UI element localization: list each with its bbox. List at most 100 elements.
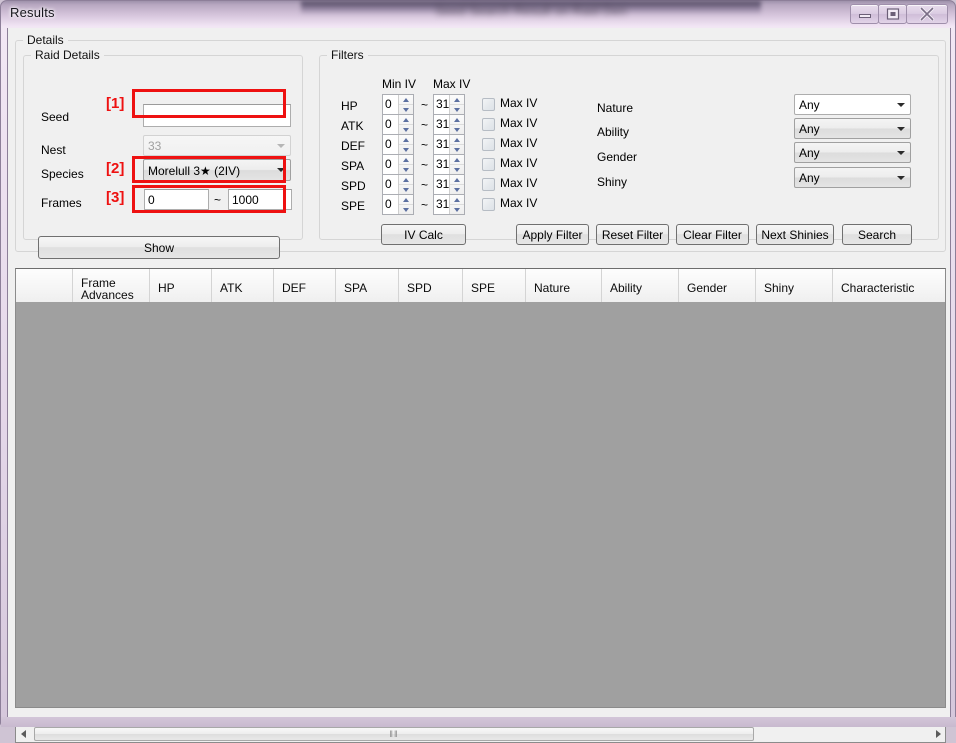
min-iv-spa-stepper[interactable]: 0 xyxy=(382,154,414,175)
max-iv-def-buttons[interactable] xyxy=(449,135,464,154)
min-iv-def-stepper[interactable]: 0 xyxy=(382,134,414,155)
min-iv-spe-stepper[interactable]: 0 xyxy=(382,194,414,215)
horizontal-scrollbar[interactable]: ‖‖ xyxy=(15,725,946,743)
spinner-up-icon[interactable] xyxy=(399,195,413,205)
seed-input[interactable] xyxy=(143,104,291,127)
spinner-down-icon[interactable] xyxy=(450,125,464,134)
checkbox-icon[interactable] xyxy=(482,158,495,171)
chevron-down-icon xyxy=(277,168,285,172)
spinner-down-icon[interactable] xyxy=(399,165,413,174)
minimize-button[interactable] xyxy=(850,4,879,24)
spinner-down-icon[interactable] xyxy=(450,165,464,174)
spinner-down-icon[interactable] xyxy=(399,205,413,214)
min-iv-spd-buttons[interactable] xyxy=(398,175,413,194)
scroll-left-arrow-icon[interactable] xyxy=(16,726,33,742)
spinner-up-icon[interactable] xyxy=(450,175,464,185)
nest-combobox[interactable]: 33 xyxy=(143,135,291,156)
checkbox-icon[interactable] xyxy=(482,98,495,111)
spinner-up-icon[interactable] xyxy=(399,175,413,185)
grid-column-header-hp[interactable]: HP xyxy=(150,269,212,302)
min-iv-def-buttons[interactable] xyxy=(398,135,413,154)
checkbox-icon[interactable] xyxy=(482,198,495,211)
max-iv-spa-buttons[interactable] xyxy=(449,155,464,174)
shiny-filter-combobox[interactable]: Any xyxy=(794,167,911,188)
spinner-up-icon[interactable] xyxy=(450,155,464,165)
grid-column-header-spa[interactable]: SPA xyxy=(336,269,399,302)
checkbox-icon[interactable] xyxy=(482,118,495,131)
raid-details-groupbox: Raid Details Seed Nest 33 Species Morelu… xyxy=(23,55,303,240)
grid-column-header-shiny[interactable]: Shiny xyxy=(756,269,833,302)
grid-column-header-atk[interactable]: ATK xyxy=(212,269,274,302)
iv-calc-button[interactable]: IV Calc xyxy=(381,224,466,245)
max-iv-checkbox-label-spe: Max IV xyxy=(500,196,537,210)
max-iv-spe-buttons[interactable] xyxy=(449,195,464,214)
title-bar[interactable]: Results Seed Search Result on Raid Den xyxy=(1,1,956,28)
spinner-down-icon[interactable] xyxy=(399,185,413,194)
frames-start-input[interactable] xyxy=(144,189,209,210)
grid-column-header-nature[interactable]: Nature xyxy=(526,269,602,302)
max-iv-def-stepper[interactable]: 31 xyxy=(433,134,465,155)
clear-filter-button[interactable]: Clear Filter xyxy=(676,224,749,245)
spinner-up-icon[interactable] xyxy=(399,135,413,145)
reset-filter-button[interactable]: Reset Filter xyxy=(596,224,669,245)
max-iv-atk-stepper[interactable]: 31 xyxy=(433,114,465,135)
close-button[interactable] xyxy=(906,4,948,24)
max-iv-hp-buttons[interactable] xyxy=(449,95,464,114)
spinner-down-icon[interactable] xyxy=(450,105,464,114)
max-iv-spd-buttons[interactable] xyxy=(449,175,464,194)
max-iv-spa-stepper[interactable]: 31 xyxy=(433,154,465,175)
scroll-right-arrow-icon[interactable] xyxy=(928,726,945,742)
max-iv-spd-stepper[interactable]: 31 xyxy=(433,174,465,195)
frames-end-input[interactable] xyxy=(228,189,292,210)
window-title: Results xyxy=(10,5,55,20)
min-iv-spe-buttons[interactable] xyxy=(398,195,413,214)
min-iv-atk-stepper[interactable]: 0 xyxy=(382,114,414,135)
maximize-button[interactable] xyxy=(878,4,907,24)
spinner-down-icon[interactable] xyxy=(450,185,464,194)
grid-column-header-frame-advances[interactable]: Frame Advances xyxy=(73,269,150,302)
spinner-up-icon[interactable] xyxy=(450,135,464,145)
max-iv-atk-buttons[interactable] xyxy=(449,115,464,134)
spinner-up-icon[interactable] xyxy=(450,95,464,105)
spinner-up-icon[interactable] xyxy=(399,155,413,165)
application-window: Results Seed Search Result on Raid Den D… xyxy=(0,0,956,726)
scrollbar-thumb[interactable]: ‖‖ xyxy=(34,727,754,741)
search-button[interactable]: Search xyxy=(842,224,912,245)
results-grid[interactable]: Frame Advances HP ATK DEF SPA SPD SPE Na… xyxy=(15,268,946,708)
spinner-down-icon[interactable] xyxy=(399,145,413,154)
spinner-down-icon[interactable] xyxy=(450,205,464,214)
spinner-up-icon[interactable] xyxy=(399,95,413,105)
spinner-down-icon[interactable] xyxy=(399,125,413,134)
spinner-up-icon[interactable] xyxy=(450,115,464,125)
grid-column-header-def[interactable]: DEF xyxy=(274,269,336,302)
max-iv-hp-stepper[interactable]: 31 xyxy=(433,94,465,115)
shiny-filter-label: Shiny xyxy=(597,175,627,189)
spinner-down-icon[interactable] xyxy=(450,145,464,154)
grid-column-header-characteristic[interactable]: Characteristic xyxy=(833,269,945,302)
grid-column-header-spe[interactable]: SPE xyxy=(463,269,526,302)
species-combobox[interactable]: Morelull 3★ (2IV) xyxy=(143,159,291,181)
spinner-up-icon[interactable] xyxy=(450,195,464,205)
grid-column-header-rowselect[interactable] xyxy=(16,269,73,302)
grid-column-header-ability[interactable]: Ability xyxy=(602,269,679,302)
nature-filter-label: Nature xyxy=(597,101,633,115)
min-iv-hp-stepper[interactable]: 0 xyxy=(382,94,414,115)
spinner-up-icon[interactable] xyxy=(399,115,413,125)
checkbox-icon[interactable] xyxy=(482,138,495,151)
apply-filter-button[interactable]: Apply Filter xyxy=(516,224,589,245)
min-iv-hp-buttons[interactable] xyxy=(398,95,413,114)
ability-filter-label: Ability xyxy=(597,125,629,139)
min-iv-spa-buttons[interactable] xyxy=(398,155,413,174)
grid-column-header-gender[interactable]: Gender xyxy=(679,269,756,302)
next-shinies-button[interactable]: Next Shinies xyxy=(756,224,834,245)
show-button[interactable]: Show xyxy=(38,236,280,259)
min-iv-atk-buttons[interactable] xyxy=(398,115,413,134)
spinner-down-icon[interactable] xyxy=(399,105,413,114)
nature-filter-combobox[interactable]: Any xyxy=(794,94,911,115)
gender-filter-combobox[interactable]: Any xyxy=(794,142,911,163)
grid-column-header-spd[interactable]: SPD xyxy=(399,269,463,302)
ability-filter-combobox[interactable]: Any xyxy=(794,118,911,139)
max-iv-spe-stepper[interactable]: 31 xyxy=(433,194,465,215)
checkbox-icon[interactable] xyxy=(482,178,495,191)
min-iv-spd-stepper[interactable]: 0 xyxy=(382,174,414,195)
